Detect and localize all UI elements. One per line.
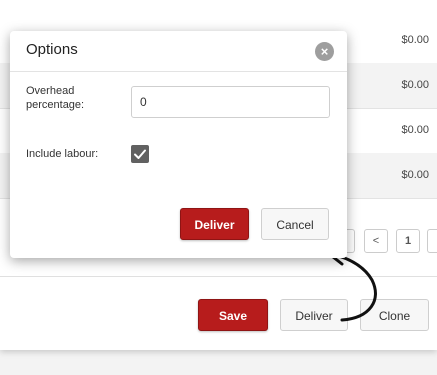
row-amount: $0.00 xyxy=(401,124,429,136)
close-icon[interactable]: × xyxy=(315,42,334,61)
pager-page-1[interactable]: 1 xyxy=(396,229,420,253)
options-dialog: Options × Overhead percentage: Include l… xyxy=(10,31,347,258)
row-amount: $0.00 xyxy=(401,169,429,181)
include-labour-label: Include labour: xyxy=(26,148,99,160)
dialog-deliver-button[interactable]: Deliver xyxy=(180,208,249,240)
dialog-divider xyxy=(10,71,347,72)
dialog-title: Options xyxy=(26,41,78,58)
include-labour-checkbox[interactable] xyxy=(131,145,149,163)
dialog-cancel-button[interactable]: Cancel xyxy=(261,208,329,240)
save-button[interactable]: Save xyxy=(198,299,268,331)
pager-next-button[interactable] xyxy=(427,229,437,253)
row-amount: $0.00 xyxy=(401,34,429,46)
overhead-percentage-input[interactable] xyxy=(131,86,330,118)
overhead-label: Overhead percentage: xyxy=(26,85,85,111)
row-amount: $0.00 xyxy=(401,79,429,91)
checkmark-icon xyxy=(134,149,146,159)
